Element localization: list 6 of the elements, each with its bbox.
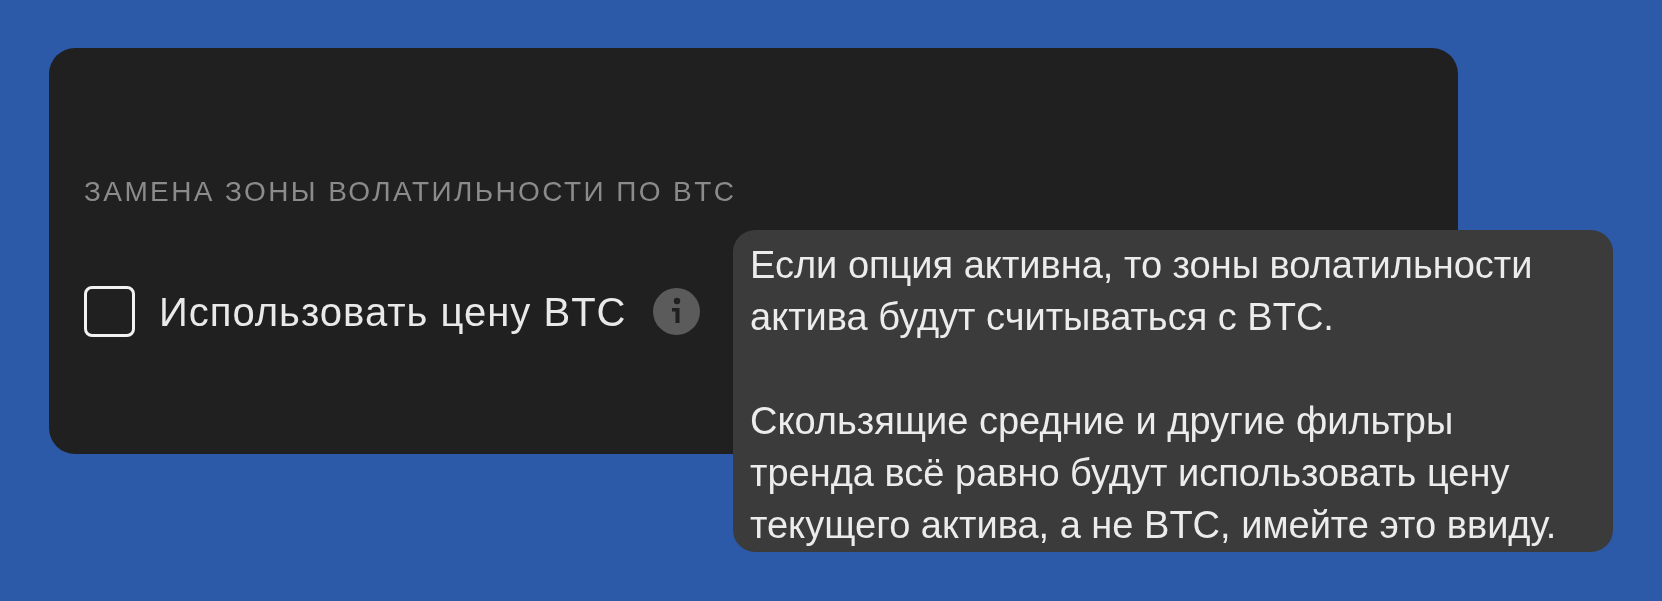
info-icon[interactable] — [653, 288, 701, 335]
tooltip-paragraph: Скользящие средние и другие фильтры тренда всё равно будут использовать цену текущего актива, а не BTC, имейте это ввиду. — [750, 399, 1558, 548]
checkbox-label[interactable]: Использовать цену BTC — [159, 288, 627, 335]
tooltip-paragraph: Если опция активна, то зоны волатильности актива будут считываться с BTC. — [750, 243, 1534, 340]
section-heading: ЗАМЕНА ЗОНЫ ВОЛАТИЛЬНОСТИ ПО BTC — [84, 176, 737, 208]
checkbox[interactable] — [84, 286, 135, 337]
